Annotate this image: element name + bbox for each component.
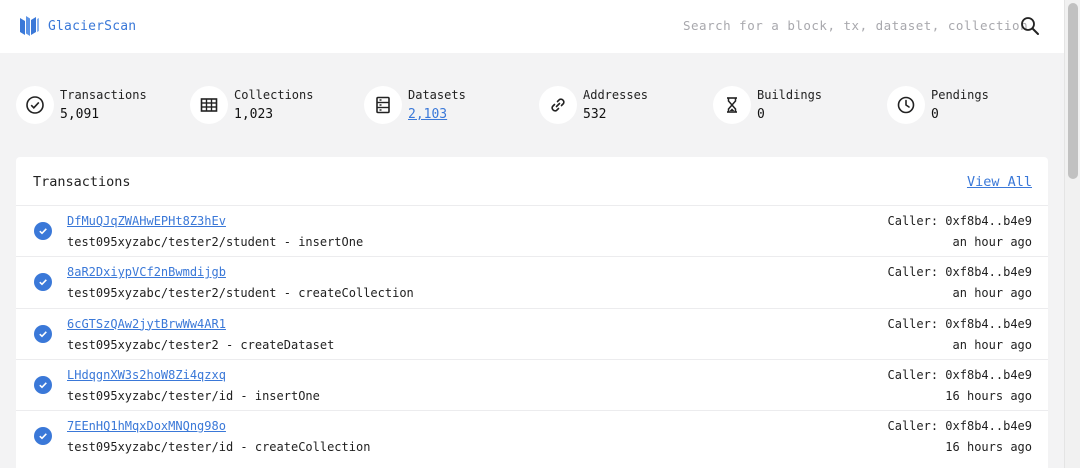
tx-caller: Caller: 0xf8b4..b4e9 xyxy=(887,265,1033,280)
tx-caller: Caller: 0xf8b4..b4e9 xyxy=(887,367,1033,382)
tx-hash-link[interactable]: DfMuQJqZWAHwEPHt8Z3hEv xyxy=(67,214,226,228)
datasets-count-link[interactable]: 2,103 xyxy=(408,107,447,122)
link-icon xyxy=(539,86,577,124)
tx-hash-link[interactable]: LHdqgnXW3s2hoW8Zi4qzxq xyxy=(67,368,226,382)
search-icon[interactable] xyxy=(1020,16,1040,36)
tx-time: an hour ago xyxy=(952,235,1032,249)
transactions-list: DfMuQJqZWAHwEPHt8Z3hEv test095xyzabc/tes… xyxy=(16,205,1048,461)
tx-caller: Caller: 0xf8b4..b4e9 xyxy=(887,316,1033,331)
transactions-panel: Transactions View All DfMuQJqZWAHwEPHt8Z… xyxy=(16,157,1048,468)
tx-caller: Caller: 0xf8b4..b4e9 xyxy=(887,214,1033,228)
check-icon xyxy=(34,324,52,343)
top-header: GlacierScan Search for a block, tx, data… xyxy=(0,0,1064,53)
stat-value: 0 xyxy=(757,107,765,122)
table-row[interactable]: 7EEnHQ1hMqxDoxMNQng98o test095xyzabc/tes… xyxy=(16,410,1048,461)
stat-value: 532 xyxy=(583,107,607,122)
database-icon xyxy=(364,86,402,124)
table-row[interactable]: 8aR2DxiypVCf2nBwmdijgb test095xyzabc/tes… xyxy=(16,256,1048,307)
table-row[interactable]: 6cGTSzQAw2jytBrwWw4AR1 test095xyzabc/tes… xyxy=(16,307,1048,359)
check-circle-icon xyxy=(16,86,54,124)
tx-time: an hour ago xyxy=(952,286,1032,301)
stat-label: Buildings xyxy=(757,88,823,102)
stat-label: Collections xyxy=(234,88,314,102)
tx-description: test095xyzabc/tester/id - insertOne xyxy=(67,388,320,403)
glacier-logo-icon xyxy=(20,16,39,36)
stat-label: Datasets xyxy=(408,88,466,102)
scrollbar-thumb[interactable] xyxy=(1068,3,1078,179)
tx-time: 16 hours ago xyxy=(945,440,1032,455)
tx-description: test095xyzabc/tester2/student - insertOn… xyxy=(67,235,364,249)
tx-hash-link[interactable]: 8aR2DxiypVCf2nBwmdijgb xyxy=(67,265,226,279)
brand-name: GlacierScan xyxy=(48,18,137,34)
tx-hash-link[interactable]: 6cGTSzQAw2jytBrwWw4AR1 xyxy=(67,317,226,331)
hourglass-icon xyxy=(713,86,751,124)
search-input[interactable]: Search for a block, tx, dataset, collect… xyxy=(683,18,1028,33)
tx-time: 16 hours ago xyxy=(945,388,1032,403)
tx-description: test095xyzabc/tester/id - createCollecti… xyxy=(67,440,371,455)
tx-description: test095xyzabc/tester2 - createDataset xyxy=(67,337,335,352)
stat-label: Addresses xyxy=(583,88,649,102)
stat-value: 0 xyxy=(931,107,939,122)
table-row[interactable]: DfMuQJqZWAHwEPHt8Z3hEv test095xyzabc/tes… xyxy=(16,205,1048,256)
view-all-link[interactable]: View All xyxy=(967,174,1032,190)
brand-logo[interactable]: GlacierScan xyxy=(18,14,136,38)
check-icon xyxy=(34,427,52,446)
page-scrollbar[interactable] xyxy=(1064,0,1080,468)
check-icon xyxy=(34,222,52,240)
stats-bar: Transactions 5,091 Collections 1,023 Dat… xyxy=(16,86,1056,126)
table-row[interactable]: LHdqgnXW3s2hoW8Zi4qzxq test095xyzabc/tes… xyxy=(16,358,1048,410)
tx-caller: Caller: 0xf8b4..b4e9 xyxy=(887,419,1033,434)
stat-label: Pendings xyxy=(931,88,989,102)
tx-description: test095xyzabc/tester2/student - createCo… xyxy=(67,286,414,301)
check-icon xyxy=(34,375,52,394)
panel-title: Transactions xyxy=(33,174,131,190)
stat-label: Transactions xyxy=(60,88,147,102)
clock-icon xyxy=(887,86,925,124)
table-icon xyxy=(190,86,228,124)
tx-time: an hour ago xyxy=(952,337,1032,352)
stat-value: 5,091 xyxy=(60,107,100,122)
stat-value: 1,023 xyxy=(234,107,274,122)
check-icon xyxy=(34,273,52,292)
tx-hash-link[interactable]: 7EEnHQ1hMqxDoxMNQng98o xyxy=(67,419,226,433)
